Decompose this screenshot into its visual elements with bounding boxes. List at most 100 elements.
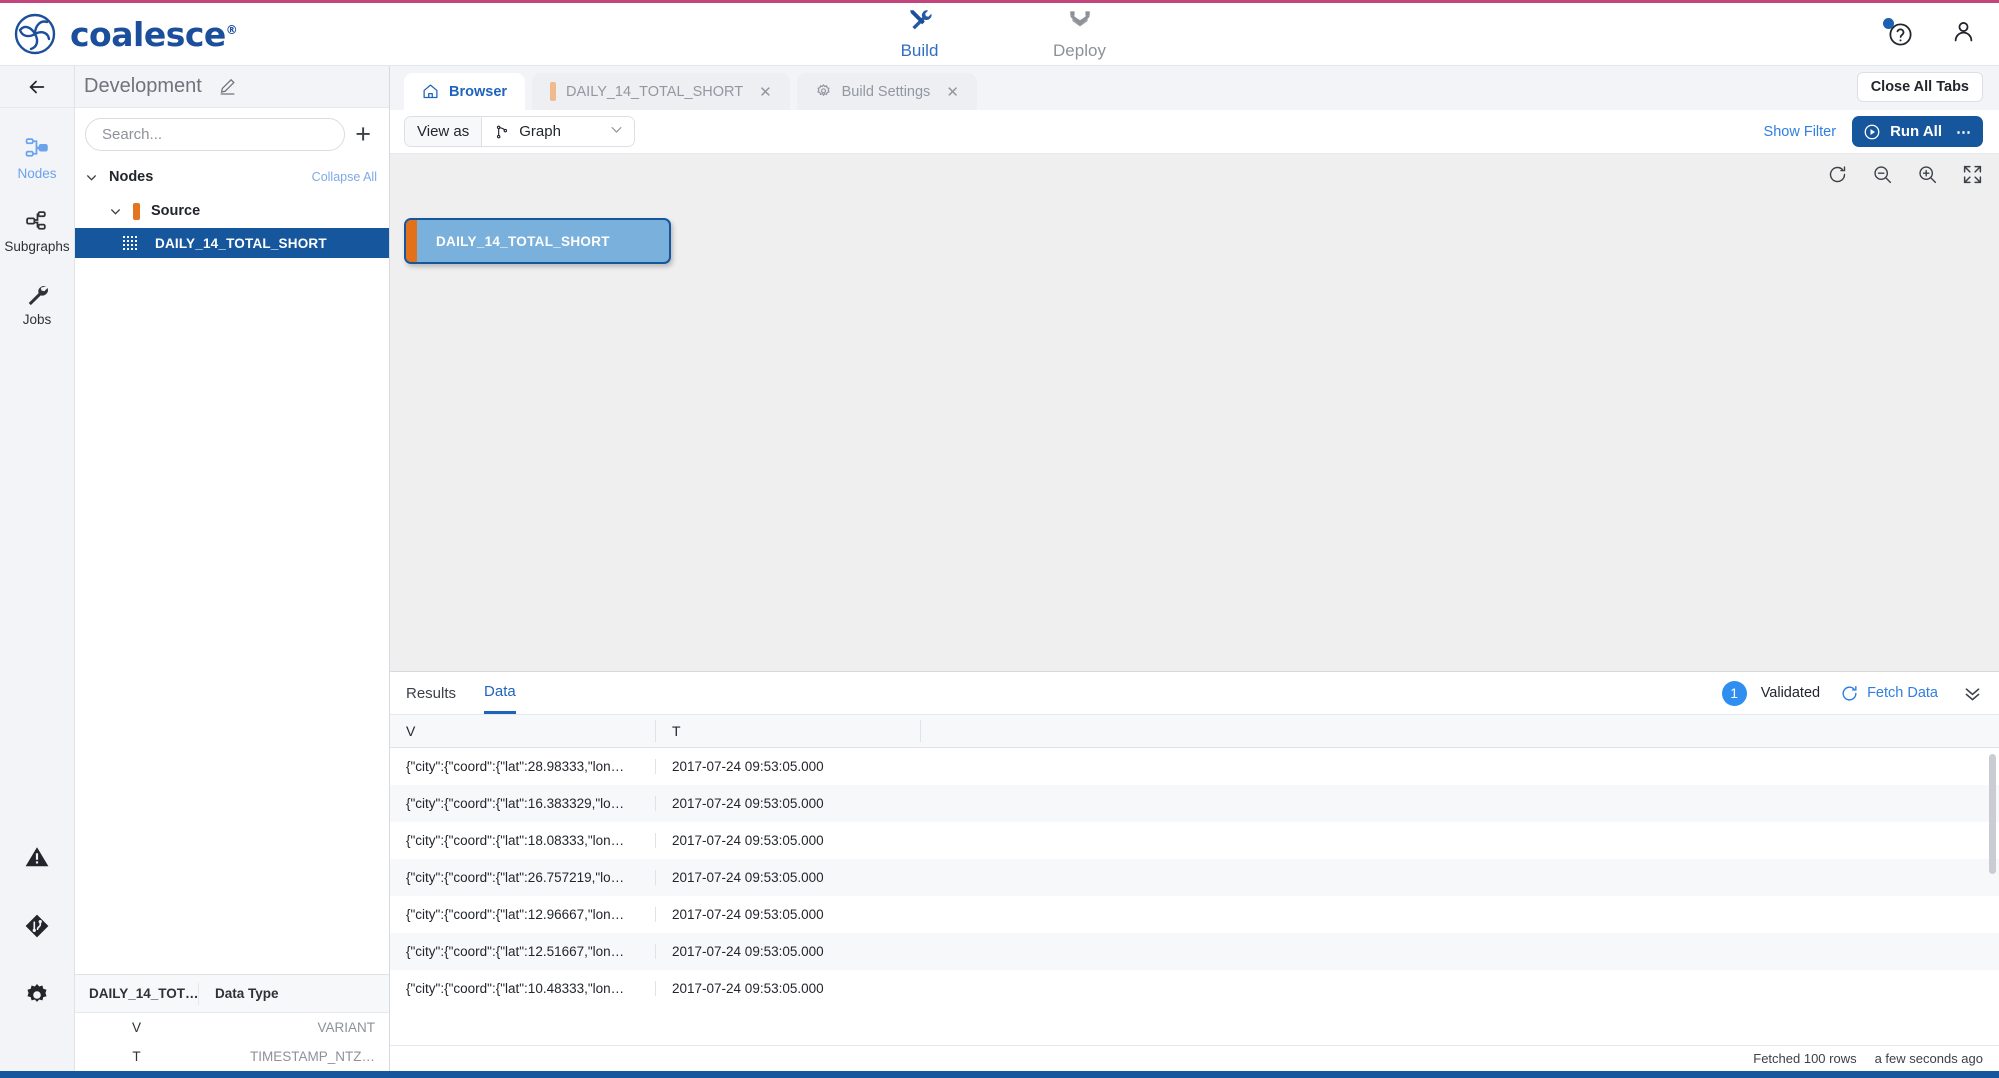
view-as-select[interactable]: Graph — [482, 117, 634, 146]
refresh-button[interactable] — [1827, 164, 1848, 185]
data-table-scrollbar[interactable] — [1989, 754, 1996, 1039]
tree-root-nodes[interactable]: Nodes Collapse All — [75, 160, 389, 194]
collapse-results-button[interactable] — [1962, 683, 1983, 704]
tree-root-left: Nodes — [85, 169, 153, 185]
chevron-down-icon — [85, 171, 98, 184]
source-mark-icon — [550, 82, 556, 101]
git-branch-button[interactable] — [24, 913, 50, 944]
top-bar: coalesce® Build — [0, 0, 1999, 66]
brand: coalesce® — [0, 13, 237, 55]
gear-icon — [815, 83, 832, 100]
table-row[interactable]: {"city":{"coord":{"lat":12.51667,"lon… 2… — [390, 933, 1999, 970]
cell-t: 2017-07-24 09:53:05.000 — [655, 981, 920, 996]
tab-daily-14-total-short[interactable]: DAILY_14_TOTAL_SHORT ✕ — [532, 73, 790, 110]
build-tools-icon — [907, 7, 933, 38]
cell-t: 2017-07-24 09:53:05.000 — [655, 833, 920, 848]
columns-table-row[interactable]: V VARIANT — [75, 1013, 389, 1042]
columns-table: DAILY_14_TOT… Data Type V VARIANT T TIME… — [75, 974, 389, 1071]
nav-build[interactable]: Build — [875, 7, 965, 61]
fetched-time-status: a few seconds ago — [1875, 1051, 1983, 1066]
validated-label: Validated — [1761, 685, 1820, 701]
graph-node-label: DAILY_14_TOTAL_SHORT — [417, 234, 610, 249]
subgraphs-icon — [25, 209, 50, 234]
rail-item-nodes[interactable]: Nodes — [0, 136, 74, 181]
search-row: + — [75, 108, 389, 160]
help-button[interactable] — [1887, 21, 1914, 48]
user-account-icon — [1950, 18, 1977, 45]
brand-registered-mark: ® — [226, 23, 238, 37]
cell-v: {"city":{"coord":{"lat":18.08333,"lon… — [390, 833, 655, 848]
user-account-button[interactable] — [1950, 18, 1977, 50]
data-header-t: T — [655, 720, 920, 742]
graph-canvas[interactable]: DAILY_14_TOTAL_SHORT — [390, 154, 1999, 671]
table-row[interactable]: {"city":{"coord":{"lat":18.08333,"lon… 2… — [390, 822, 1999, 859]
workspace-header: Development — [75, 66, 389, 108]
columns-header-type: Data Type — [198, 983, 389, 1005]
data-table-header: V T — [390, 714, 1999, 748]
graph-toolbar: View as Graph Show Filter — [390, 110, 1999, 154]
table-row[interactable]: {"city":{"coord":{"lat":16.383329,"lo… 2… — [390, 785, 1999, 822]
app-body: Nodes Subgraphs Jobs — [0, 66, 1999, 1071]
tree-item-daily-14-total-short[interactable]: DAILY_14_TOTAL_SHORT — [75, 228, 389, 258]
run-all-more-button[interactable]: ⋯ — [1956, 123, 1972, 141]
columns-table-row[interactable]: T TIMESTAMP_NTZ… — [75, 1042, 389, 1071]
node-type-accent — [406, 220, 417, 262]
data-header-spacer — [920, 720, 980, 742]
show-filter-link[interactable]: Show Filter — [1764, 124, 1837, 140]
fetch-data-button[interactable]: Fetch Data — [1840, 684, 1938, 703]
top-right-actions — [1887, 18, 1977, 50]
rail-item-subgraphs[interactable]: Subgraphs — [0, 209, 74, 254]
column-type: TIMESTAMP_NTZ… — [198, 1049, 389, 1064]
cell-v: {"city":{"coord":{"lat":12.96667,"lon… — [390, 907, 655, 922]
scrollbar-thumb[interactable] — [1989, 754, 1996, 874]
left-rail: Nodes Subgraphs Jobs — [0, 66, 75, 1071]
tab-data[interactable]: Data — [484, 672, 516, 714]
chevron-down-icon — [609, 122, 624, 141]
workspace-title: Development — [84, 75, 202, 98]
nav-deploy[interactable]: Deploy — [1035, 7, 1125, 61]
columns-table-header: DAILY_14_TOT… Data Type — [75, 975, 389, 1013]
tab-results[interactable]: Results — [406, 672, 456, 714]
zoom-in-button[interactable] — [1917, 164, 1938, 185]
search-input[interactable] — [85, 118, 345, 151]
tree-item-label: DAILY_14_TOTAL_SHORT — [155, 236, 327, 251]
cell-t: 2017-07-24 09:53:05.000 — [655, 759, 920, 774]
table-row[interactable]: {"city":{"coord":{"lat":12.96667,"lon… 2… — [390, 896, 1999, 933]
results-pane: Results Data 1 Validated Fetch Data — [390, 671, 1999, 1071]
git-branch-icon — [24, 913, 50, 939]
data-table-body: {"city":{"coord":{"lat":28.98333,"lon… 2… — [390, 748, 1999, 1045]
table-row[interactable]: {"city":{"coord":{"lat":26.757219,"lo… 2… — [390, 859, 1999, 896]
rail-item-jobs[interactable]: Jobs — [0, 282, 74, 327]
table-row[interactable]: {"city":{"coord":{"lat":10.48333,"lon… 2… — [390, 970, 1999, 1007]
warning-triangle-button[interactable] — [24, 844, 50, 875]
fetched-rows-status: Fetched 100 rows — [1753, 1051, 1856, 1066]
nav-build-label: Build — [901, 41, 939, 61]
pencil-edit-icon[interactable] — [218, 77, 237, 96]
table-row[interactable]: {"city":{"coord":{"lat":28.98333,"lon… 2… — [390, 748, 1999, 785]
close-all-tabs-button[interactable]: Close All Tabs — [1857, 72, 1983, 102]
deploy-box-icon — [1067, 7, 1093, 38]
collapse-all-link[interactable]: Collapse All — [312, 170, 377, 184]
rail-item-subgraphs-label: Subgraphs — [4, 239, 69, 254]
zoom-out-icon — [1872, 164, 1893, 185]
tab-browser[interactable]: Browser — [404, 73, 525, 110]
tab-build-settings[interactable]: Build Settings ✕ — [797, 73, 977, 110]
cell-v: {"city":{"coord":{"lat":28.98333,"lon… — [390, 759, 655, 774]
column-type: VARIANT — [198, 1020, 389, 1035]
graph-node-daily-14-total-short[interactable]: DAILY_14_TOTAL_SHORT — [404, 218, 671, 264]
run-all-button[interactable]: Run All ⋯ — [1852, 116, 1983, 147]
tree-group-source[interactable]: Source — [75, 194, 389, 228]
browser-spacer — [75, 258, 389, 974]
settings-gear-button[interactable] — [24, 982, 50, 1013]
collapse-panel-button[interactable] — [0, 66, 74, 108]
x-close-icon[interactable]: ✕ — [946, 83, 959, 101]
x-close-icon[interactable]: ✕ — [759, 83, 772, 101]
cell-t: 2017-07-24 09:53:05.000 — [655, 907, 920, 922]
fit-screen-button[interactable] — [1962, 164, 1983, 185]
tab-daily-label: DAILY_14_TOTAL_SHORT — [566, 84, 743, 100]
cell-t: 2017-07-24 09:53:05.000 — [655, 796, 920, 811]
add-node-button[interactable]: + — [355, 121, 375, 148]
zoom-out-button[interactable] — [1872, 164, 1893, 185]
cell-t: 2017-07-24 09:53:05.000 — [655, 944, 920, 959]
view-as-value: Graph — [519, 123, 561, 140]
